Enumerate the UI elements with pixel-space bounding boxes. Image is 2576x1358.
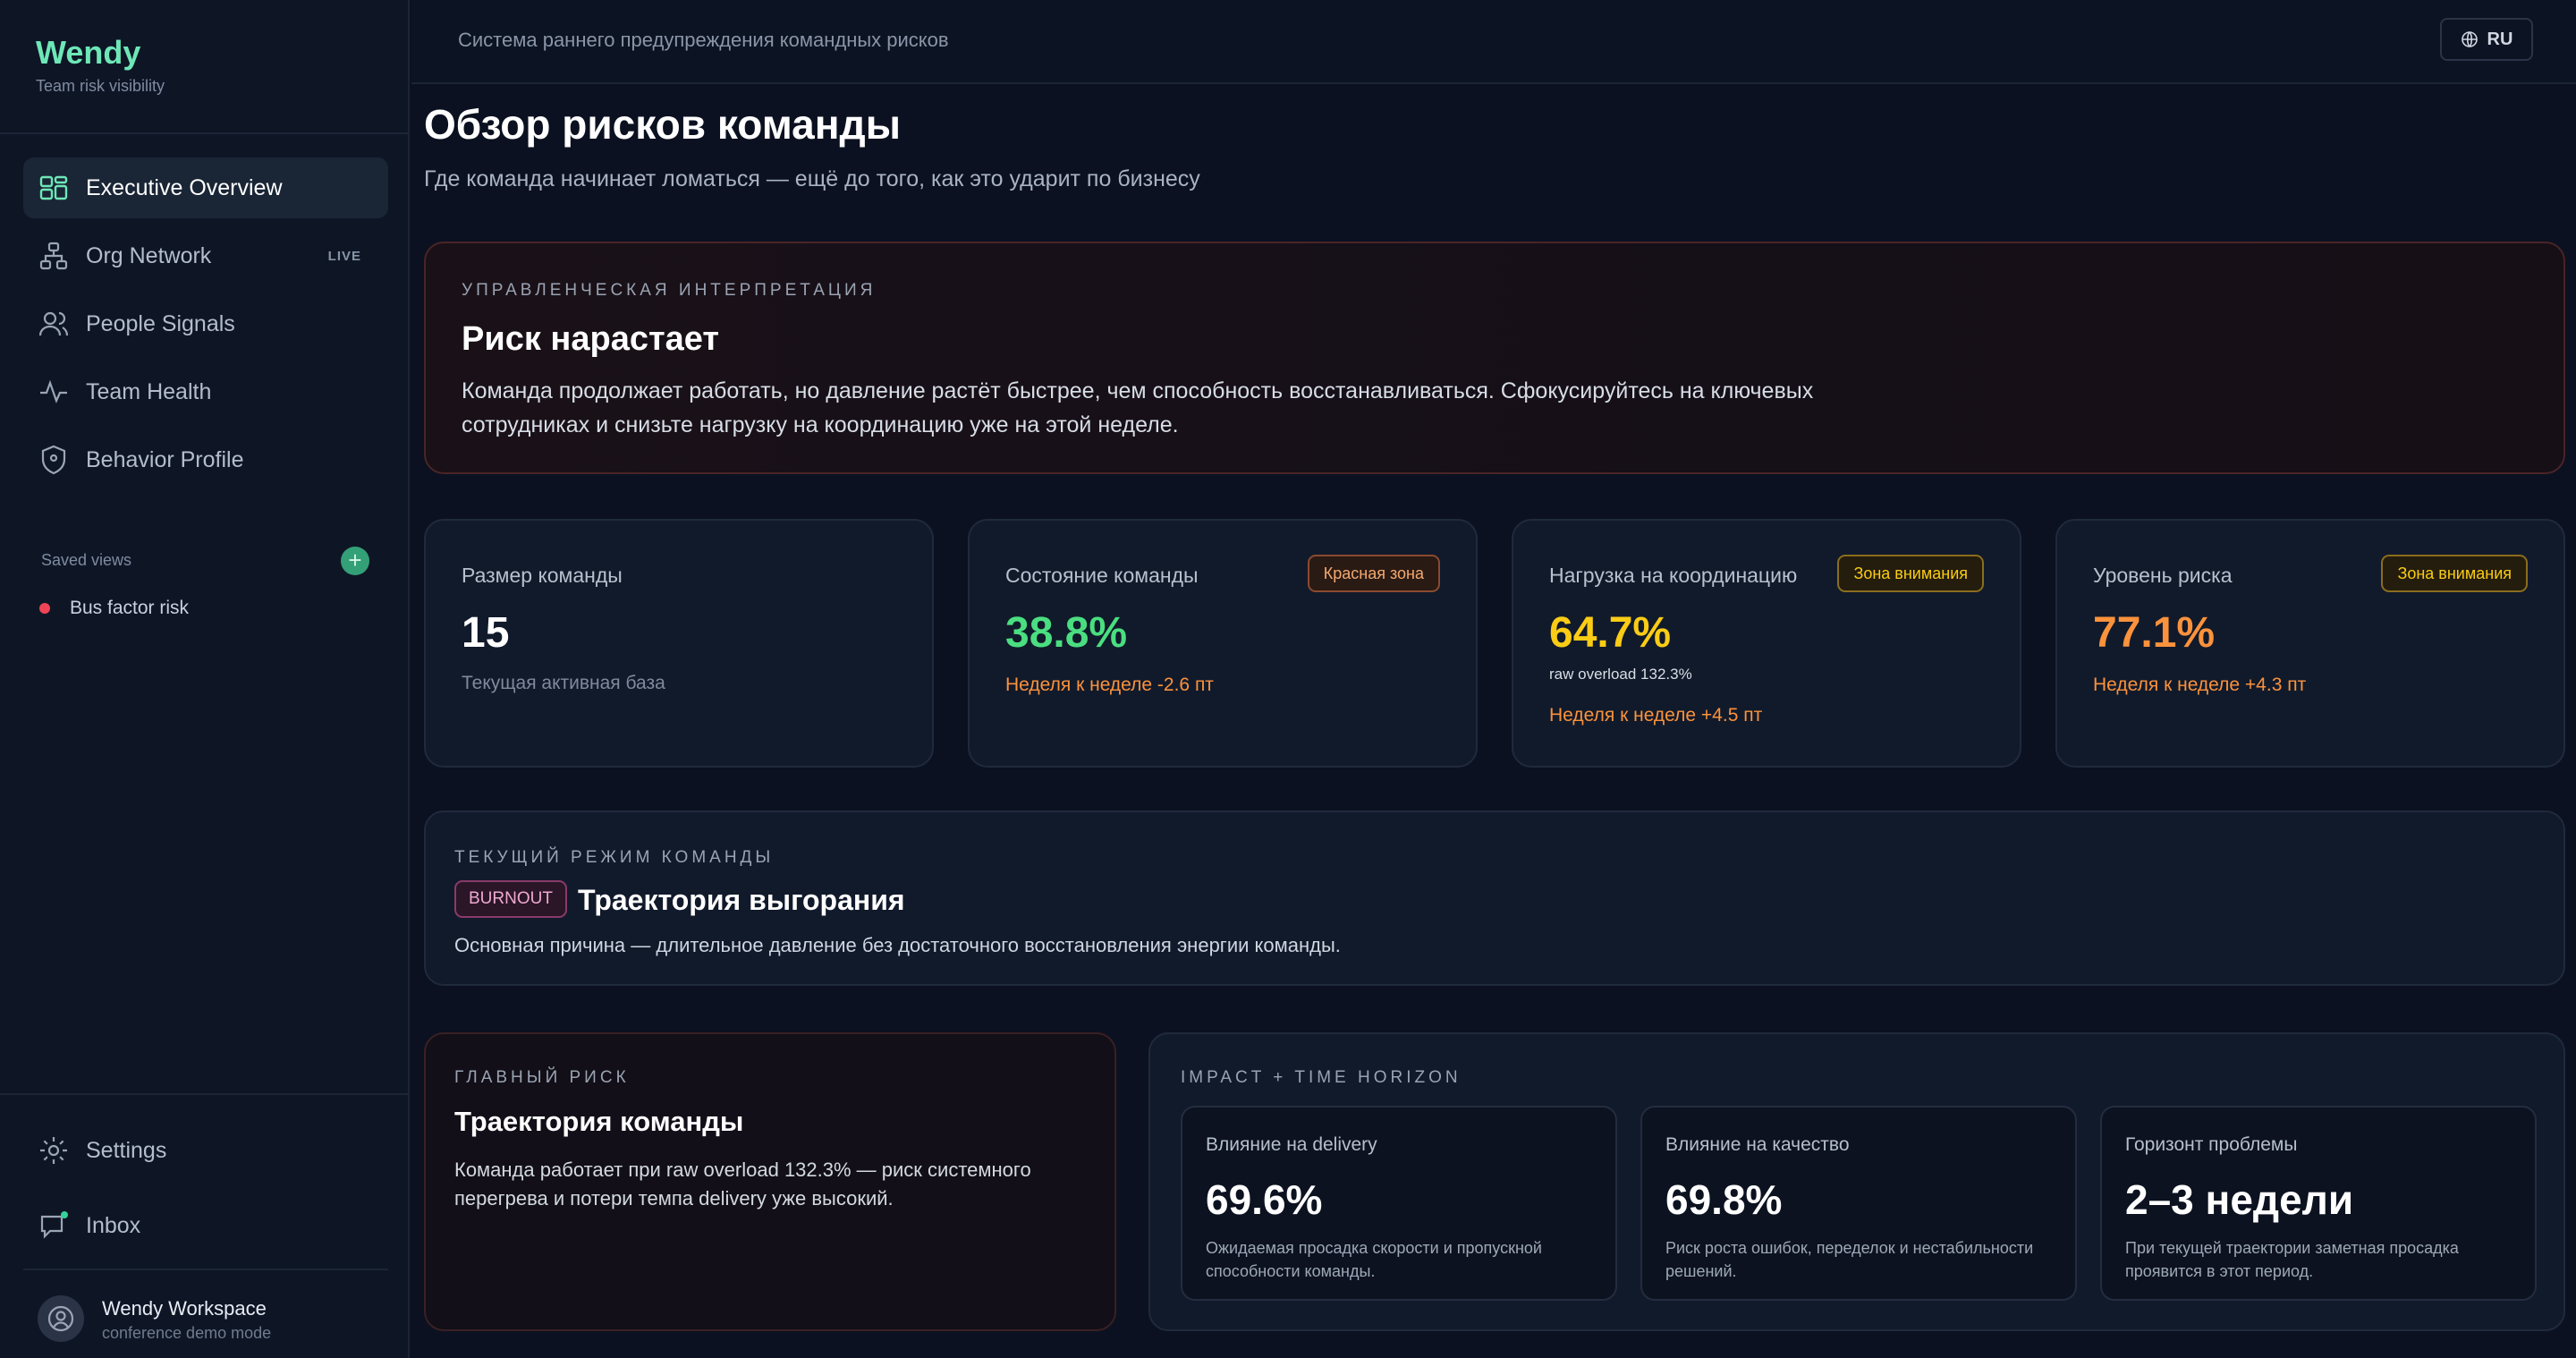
impact-label: Горизонт проблемы	[2125, 1134, 2298, 1155]
impact-value: 69.6%	[1206, 1176, 1323, 1223]
pulse-icon	[38, 376, 70, 408]
status-badge: Зона внимания	[1837, 555, 1984, 592]
kpi-label: Размер команды	[462, 564, 623, 587]
kpi-value: 15	[462, 609, 510, 657]
app-root: Wendy Team risk visibility Executive Ove…	[0, 0, 2576, 1358]
kpi-value: 38.8%	[1005, 609, 1128, 657]
impact-label: Влияние на качество	[1665, 1134, 1850, 1155]
main-risk-card: Главный риск Траектория команды Команда …	[424, 1032, 1116, 1331]
impact-label: Влияние на delivery	[1206, 1134, 1377, 1155]
sidebar-item-label: Inbox	[86, 1212, 141, 1238]
sidebar-divider	[0, 1093, 410, 1095]
sidebar-item-people-signals[interactable]: People Signals	[23, 293, 388, 354]
saved-view-label: Bus factor risk	[70, 598, 190, 618]
workspace-switcher[interactable]: Wendy Workspace conference demo mode	[23, 1269, 388, 1358]
sidebar-item-label: Settings	[86, 1137, 167, 1163]
management-interpretation-card: Управленческая интерпретация Риск нараст…	[424, 242, 2565, 474]
card-eyebrow: Impact + time horizon	[1181, 1068, 1462, 1087]
language-switcher[interactable]: RU	[2440, 18, 2533, 61]
page-title: Обзор рисков команды	[424, 101, 901, 148]
saved-view-bus-factor-risk[interactable]: Bus factor risk	[39, 598, 189, 619]
sidebar-item-team-health[interactable]: Team Health	[23, 361, 388, 422]
sidebar-item-settings[interactable]: Settings	[23, 1120, 388, 1181]
inbox-icon	[38, 1209, 70, 1242]
card-title: Траектория команды	[454, 1106, 744, 1137]
sidebar-item-label: Team Health	[86, 378, 212, 404]
kpi-coordination-load: Нагрузка на координацию Зона внимания 64…	[1512, 519, 2021, 768]
add-saved-view-button[interactable]: +	[341, 547, 369, 575]
kpi-extra: raw overload 132.3%	[1549, 666, 1692, 683]
dashboard-icon	[38, 172, 70, 204]
card-eyebrow: Текущий режим команды	[454, 848, 775, 867]
sidebar-divider	[0, 132, 410, 134]
status-dot	[39, 603, 50, 614]
user-icon	[47, 1305, 74, 1332]
impact-description: При текущей траектории заметная просадка…	[2125, 1239, 2459, 1280]
workspace-name: Wendy Workspace	[102, 1297, 267, 1320]
sidebar-nav: Executive Overview Org Network LIVE Peop…	[23, 157, 388, 497]
sidebar-item-label: People Signals	[86, 310, 235, 336]
language-label: RU	[2487, 29, 2513, 49]
kpi-note: Неделя к неделе +4.3 пт	[2093, 675, 2307, 695]
sidebar-item-executive-overview[interactable]: Executive Overview	[23, 157, 388, 218]
card-eyebrow: Главный риск	[454, 1068, 630, 1087]
kpi-note: Текущая активная база	[462, 673, 665, 693]
card-text: Команда работает при raw overload 132.3%…	[454, 1159, 1031, 1209]
impact-value: 2–3 недели	[2125, 1176, 2354, 1223]
network-icon	[38, 240, 70, 272]
status-badge: Красная зона	[1307, 555, 1440, 592]
kpi-label: Состояние команды	[1005, 564, 1199, 587]
workspace-mode: conference demo mode	[102, 1324, 272, 1342]
impact-description: Ожидаемая просадка скорости и пропускной…	[1206, 1239, 1542, 1280]
impact-value: 69.8%	[1665, 1176, 1783, 1223]
card-eyebrow: Управленческая интерпретация	[462, 281, 877, 300]
topbar: Система раннего предупреждения командных…	[411, 0, 2576, 84]
current-mode-card: Текущий режим команды BURNOUT Траектория…	[424, 811, 2565, 986]
mode-tag: BURNOUT	[454, 880, 567, 918]
kpi-team-state: Состояние команды Красная зона 38.8% Нед…	[968, 519, 1478, 768]
globe-icon	[2461, 31, 2478, 47]
people-icon	[38, 308, 70, 340]
page-subtitle: Где команда начинает ломаться — ещё до т…	[424, 166, 1200, 191]
card-text: Команда продолжает работать, но давление…	[462, 378, 1814, 437]
system-title: Система раннего предупреждения командных…	[458, 29, 949, 51]
card-text: Основная причина — длительное давление б…	[454, 934, 1341, 956]
brand-subtitle: Team risk visibility	[36, 77, 165, 95]
live-badge: LIVE	[327, 248, 361, 264]
kpi-risk-level: Уровень риска Зона внимания 77.1% Неделя…	[2055, 519, 2565, 768]
kpi-team-size: Размер команды 15 Текущая активная база	[424, 519, 934, 768]
status-badge: Зона внимания	[2381, 555, 2528, 592]
gear-icon	[38, 1134, 70, 1167]
kpi-label: Уровень риска	[2093, 564, 2233, 587]
brand-name: Wendy	[36, 34, 141, 71]
saved-views-heading: Saved views	[41, 551, 132, 569]
card-title: Риск нарастает	[462, 320, 719, 358]
sidebar-item-inbox[interactable]: Inbox	[23, 1195, 388, 1256]
sidebar-item-label: Behavior Profile	[86, 446, 244, 472]
sidebar-item-label: Executive Overview	[86, 174, 283, 200]
sidebar-item-behavior-profile[interactable]: Behavior Profile	[23, 429, 388, 490]
impact-quality: Влияние на качество 69.8% Риск роста оши…	[1640, 1106, 2077, 1301]
kpi-note: Неделя к неделе -2.6 пт	[1005, 675, 1214, 695]
kpi-note: Неделя к неделе +4.5 пт	[1549, 705, 1763, 726]
shield-icon	[38, 444, 70, 476]
kpi-value: 64.7%	[1549, 609, 1672, 657]
impact-card: Impact + time horizon Влияние на deliver…	[1148, 1032, 2565, 1331]
card-title: Траектория выгорания	[578, 884, 905, 916]
kpi-label: Нагрузка на координацию	[1549, 564, 1798, 587]
avatar	[38, 1295, 84, 1342]
sidebar-item-org-network[interactable]: Org Network LIVE	[23, 225, 388, 286]
sidebar-item-label: Org Network	[86, 242, 212, 268]
impact-delivery: Влияние на delivery 69.6% Ожидаемая прос…	[1181, 1106, 1617, 1301]
impact-horizon: Горизонт проблемы 2–3 недели При текущей…	[2100, 1106, 2537, 1301]
kpi-value: 77.1%	[2093, 609, 2216, 657]
brand[interactable]: Wendy Team risk visibility	[36, 34, 165, 96]
impact-description: Риск роста ошибок, переделок и нестабиль…	[1665, 1239, 2034, 1280]
sidebar: Wendy Team risk visibility Executive Ove…	[0, 0, 410, 1358]
